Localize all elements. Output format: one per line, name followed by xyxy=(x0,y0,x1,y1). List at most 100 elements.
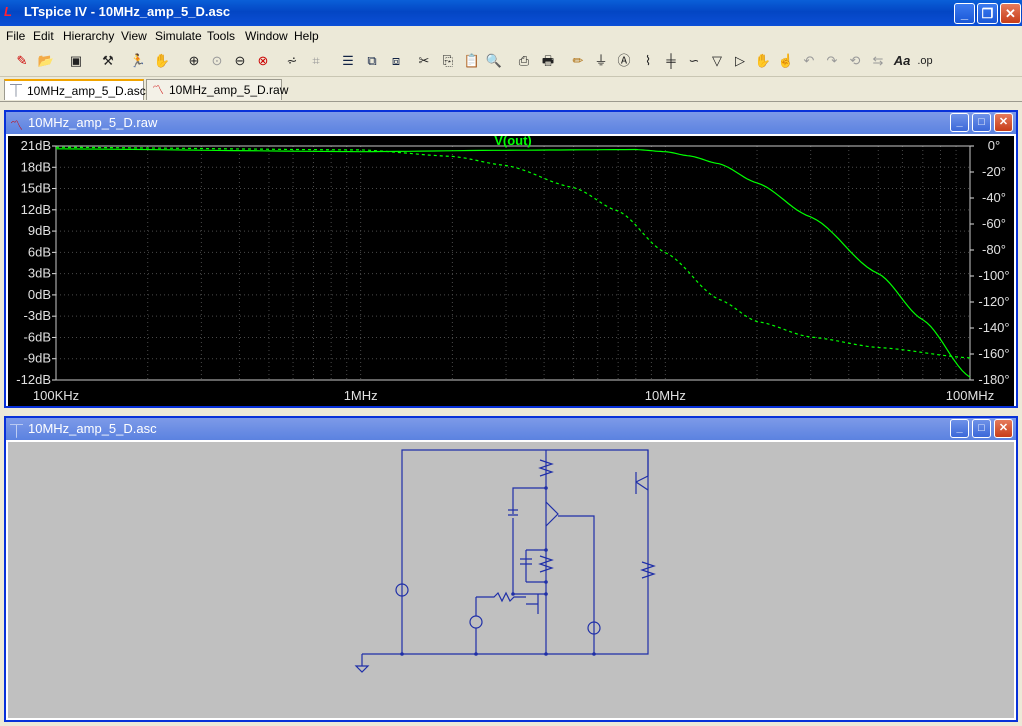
diode-icon[interactable]: ▽ xyxy=(707,51,727,71)
x-tick-label: 10MHz xyxy=(645,388,686,403)
menu-window[interactable]: Window xyxy=(245,29,288,43)
zoom-fit-icon[interactable]: ⊗ xyxy=(253,51,273,71)
print-preview-icon[interactable]: ⎙ xyxy=(514,51,534,71)
voltage-source-v2[interactable] xyxy=(469,615,483,629)
cursor-icon[interactable]: ⌗ xyxy=(306,51,326,71)
move-icon[interactable]: ✋ xyxy=(753,51,773,71)
schematic-wire[interactable] xyxy=(558,515,595,654)
mirror-icon[interactable]: ⇆ xyxy=(868,51,888,71)
label-net-icon[interactable]: Ⓐ xyxy=(614,51,634,71)
y-left-tick-label: 0dB xyxy=(28,287,51,302)
transistor-q1[interactable] xyxy=(635,450,649,494)
magnitude-trace[interactable] xyxy=(55,148,971,378)
tile-horizontal-icon[interactable]: ☰ xyxy=(338,51,358,71)
schematic-wire[interactable] xyxy=(526,549,546,583)
print-icon[interactable]: 🖶 xyxy=(538,51,558,71)
schematic-window-titlebar: ⏉ 10MHz_amp_5_D.asc _ □ ✕ xyxy=(6,418,1016,440)
text-icon[interactable]: Aa xyxy=(892,51,912,71)
autorange-icon[interactable]: ⩫ xyxy=(282,51,302,71)
y-right-tick-label: -100° xyxy=(978,268,1009,283)
zoom-in-icon[interactable]: ⊕ xyxy=(184,51,204,71)
close-button[interactable]: ✕ xyxy=(1000,3,1021,24)
cascade-icon[interactable]: ⧈ xyxy=(386,51,406,71)
menu-hierarchy[interactable]: Hierarchy xyxy=(63,29,114,43)
y-right-tick-label: -60° xyxy=(982,216,1006,231)
ground-symbol xyxy=(354,653,402,673)
menu-help[interactable]: Help xyxy=(294,29,319,43)
waveform-window: 〽 10MHz_amp_5_D.raw _ □ ✕ 100KHz 1MHz 10MH… xyxy=(4,110,1018,408)
y-left-tick-label: 18dB xyxy=(21,159,51,174)
zoom-out-icon[interactable]: ⊖ xyxy=(230,51,250,71)
menu-view[interactable]: View xyxy=(121,29,147,43)
y-right-tick-label: -80° xyxy=(982,242,1006,257)
tab-schematic[interactable]: ⏉ 10MHz_amp_5_D.asc xyxy=(4,79,146,100)
redo-icon[interactable]: ↷ xyxy=(822,51,842,71)
tab-waveform[interactable]: 〽 10MHz_amp_5_D.raw xyxy=(146,79,288,100)
schematic-close-button[interactable]: ✕ xyxy=(994,419,1013,438)
y-left-tick-label: 12dB xyxy=(21,202,51,217)
y-left-tick-label: -6dB xyxy=(24,329,51,344)
find-icon[interactable]: 🔍 xyxy=(484,51,504,71)
transistor-q2[interactable] xyxy=(545,501,559,527)
y-left-tick-label: 21dB xyxy=(21,138,51,153)
paste-icon[interactable]: 📋 xyxy=(462,51,482,71)
y-right-tick-label: 0° xyxy=(988,138,1000,153)
capacitor-icon[interactable]: ╪ xyxy=(661,51,681,71)
waveform-plot[interactable]: 100KHz 1MHz 10MHz 100MHz 21dB 18dB 15dB 12dB 9dB… xyxy=(8,133,1014,406)
y-right-tick-label: -140° xyxy=(978,320,1009,335)
component-icon[interactable]: ▷ xyxy=(730,51,750,71)
y-left-tick-label: 9dB xyxy=(28,223,51,238)
y-left-tick-label: -9dB xyxy=(24,351,51,366)
ground-icon[interactable]: ⏚ xyxy=(591,51,611,71)
tab-waveform-label: 10MHz_amp_5_D.raw xyxy=(169,83,289,97)
y-right-tick-label: -120° xyxy=(978,294,1009,309)
spice-directive-icon[interactable]: .op xyxy=(915,51,935,71)
cut-icon[interactable]: ✂ xyxy=(414,51,434,71)
schematic-maximize-button[interactable]: □ xyxy=(972,419,991,438)
bode-plot-svg[interactable]: 100KHz 1MHz 10MHz 100MHz 21dB 18dB 15dB 12dB 9dB… xyxy=(8,133,1014,406)
new-schematic-icon[interactable]: ✎ xyxy=(12,51,32,71)
control-panel-icon[interactable]: ⚒ xyxy=(98,51,118,71)
save-icon[interactable]: ▣ xyxy=(66,51,86,71)
waveform-close-button[interactable]: ✕ xyxy=(994,113,1013,132)
x-tick-label: 100KHz xyxy=(33,388,79,403)
waveform-icon: 〽 xyxy=(10,118,24,133)
inductor-icon[interactable]: ∽ xyxy=(684,51,704,71)
menu-file[interactable]: File xyxy=(6,29,25,43)
draw-wire-icon[interactable]: ✏ xyxy=(568,51,588,71)
schematic-icon: ⏉ xyxy=(10,424,24,439)
waveform-minimize-button[interactable]: _ xyxy=(950,113,969,132)
menu-tools[interactable]: Tools xyxy=(207,29,235,43)
tile-vertical-icon[interactable]: ⧉ xyxy=(362,51,382,71)
menu-edit[interactable]: Edit xyxy=(33,29,54,43)
schematic-canvas[interactable] xyxy=(8,442,1014,718)
waveform-maximize-button[interactable]: □ xyxy=(972,113,991,132)
resistor-icon[interactable]: ⌇ xyxy=(638,51,658,71)
drag-icon[interactable]: ☝ xyxy=(776,51,796,71)
y-left-tick-label: 15dB xyxy=(21,181,51,196)
schematic-wire[interactable] xyxy=(401,449,649,655)
restore-button[interactable]: ❐ xyxy=(977,3,998,24)
halt-icon[interactable]: ✋ xyxy=(152,51,172,71)
copy-icon[interactable]: ⎘ xyxy=(438,51,458,71)
schematic-minimize-button[interactable]: _ xyxy=(950,419,969,438)
zoom-pan-icon[interactable]: ⊙ xyxy=(207,51,227,71)
waveform-window-titlebar: 〽 10MHz_amp_5_D.raw _ □ ✕ xyxy=(6,112,1016,134)
undo-icon[interactable]: ↶ xyxy=(799,51,819,71)
open-icon[interactable]: 📂 xyxy=(36,51,56,71)
ltspice-logo-icon: L xyxy=(4,4,12,19)
jfet-j1[interactable] xyxy=(526,594,539,614)
x-tick-label: 1MHz xyxy=(344,388,378,403)
rotate-icon[interactable]: ⟲ xyxy=(845,51,865,71)
schematic-drawing[interactable] xyxy=(8,442,1014,718)
menu-simulate[interactable]: Simulate xyxy=(155,29,202,43)
capacitor-c1[interactable] xyxy=(520,550,532,582)
schematic-icon: ⏉ xyxy=(10,84,23,98)
y-right-tick-label: -40° xyxy=(982,190,1006,205)
menu-bar: File Edit Hierarchy View Simulate Tools … xyxy=(0,26,1022,46)
waveform-window-title: 10MHz_amp_5_D.raw xyxy=(28,115,158,130)
x-tick-label: 100MHz xyxy=(946,388,994,403)
schematic-window-title: 10MHz_amp_5_D.asc xyxy=(28,421,157,436)
run-icon[interactable]: 🏃 xyxy=(128,51,148,71)
minimize-button[interactable]: _ xyxy=(954,3,975,24)
